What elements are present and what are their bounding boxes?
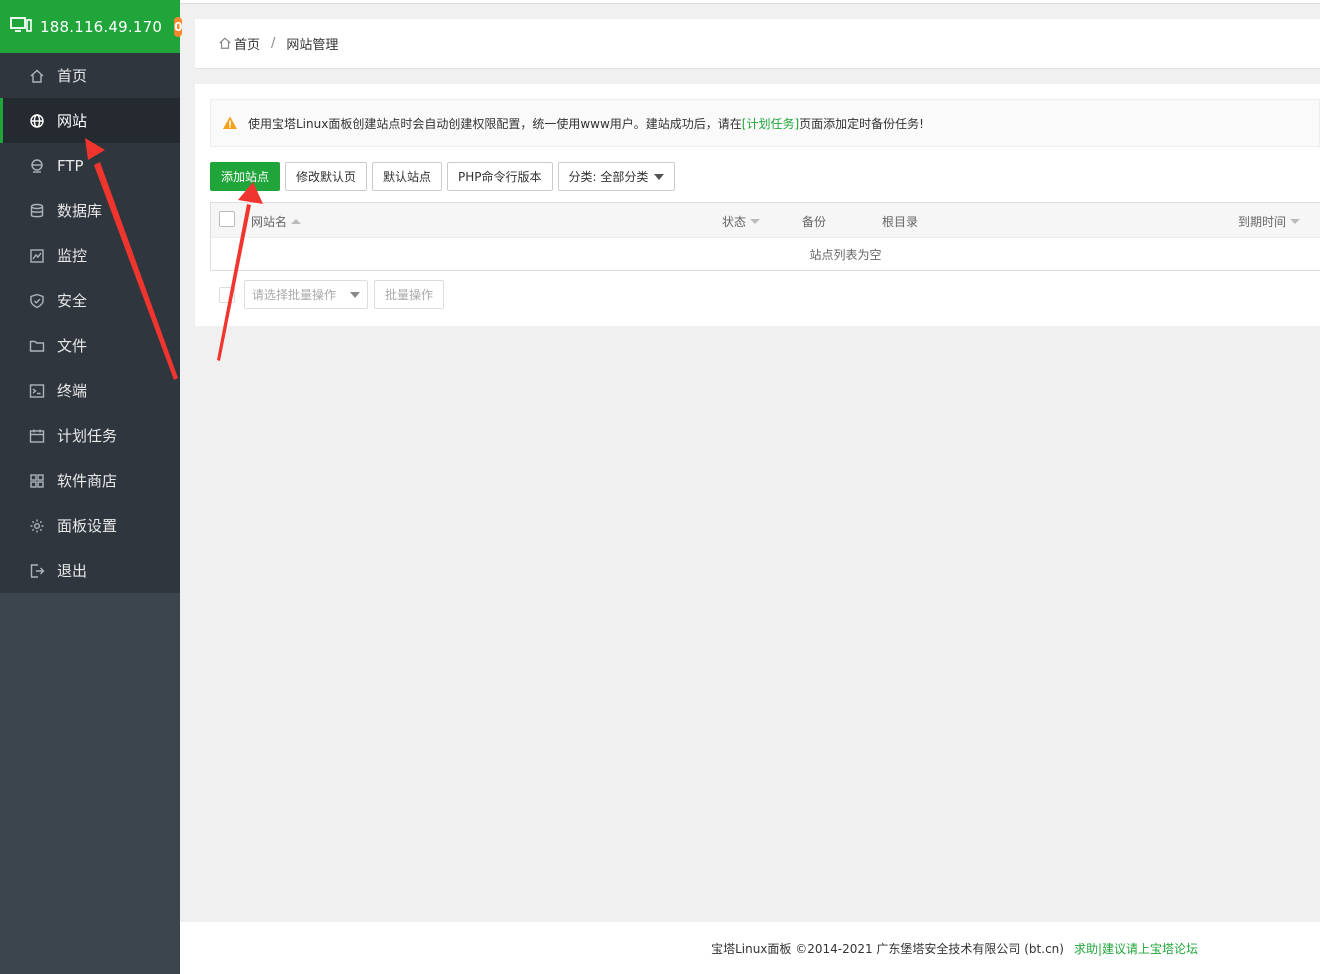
sidebar-item-database[interactable]: 数据库 (0, 188, 180, 233)
empty-message: 站点列表为空 (809, 247, 882, 262)
notice-text: 使用宝塔Linux面板创建站点时会自动创建权限配置，统一使用www用户。建站成功… (248, 116, 742, 131)
sidebar-item-label: 安全 (57, 292, 88, 310)
column-expire[interactable]: 到期时间 (1238, 213, 1301, 230)
category-select[interactable]: 分类: 全部分类 (557, 162, 676, 191)
sidebar-item-security[interactable]: 安全 (0, 278, 180, 323)
breadcrumb-separator: / (271, 36, 276, 51)
batch-operation-select[interactable]: 请选择批量操作 (244, 280, 368, 309)
sidebar-item-monitor[interactable]: 监控 (0, 233, 180, 278)
sidebar-item-label: 数据库 (57, 202, 103, 220)
sidebar-item-label: 面板设置 (57, 517, 118, 535)
sidebar-item-label: 退出 (57, 562, 88, 580)
sidebar-item-label: 监控 (57, 247, 88, 265)
footer-copyright: 宝塔Linux面板 ©2014-2021 广东堡塔安全技术有限公司 (bt.cn… (711, 941, 1064, 956)
globe-icon (28, 112, 46, 130)
sidebar-item-label: FTP (57, 156, 84, 175)
monitor-device-icon (10, 16, 32, 38)
top-border (180, 0, 1320, 4)
sidebar-item-label: 网站 (57, 112, 88, 130)
server-header: 188.116.49.170 0 (0, 0, 183, 53)
default-site-button[interactable]: 默认站点 (372, 162, 443, 191)
column-backup: 备份 (802, 215, 827, 229)
sidebar-item-files[interactable]: 文件 (0, 323, 180, 368)
breadcrumb-home-link[interactable]: 首页 (234, 34, 260, 53)
ftp-icon (28, 157, 46, 175)
add-site-button[interactable]: 添加站点 (210, 162, 281, 191)
table-header: 网站名 状态 备份 根目录 到期时间 (211, 203, 1320, 237)
breadcrumb: 首页 / 网站管理 (195, 19, 1320, 69)
batch-select-placeholder: 请选择批量操作 (252, 288, 337, 302)
sidebar-item-label: 终端 (57, 382, 88, 400)
site-table: 网站名 状态 备份 根目录 到期时间 站点列表为空 (210, 202, 1320, 271)
select-all-checkbox[interactable] (219, 211, 235, 227)
php-cli-version-button[interactable]: PHP命令行版本 (447, 162, 553, 191)
sidebar: 188.116.49.170 0 首页 网站 FTP 数据库 监控 安全 文件 … (0, 0, 183, 974)
terminal-icon (28, 382, 46, 400)
shield-icon (28, 292, 46, 310)
folder-icon (28, 337, 46, 355)
calendar-icon (28, 427, 46, 445)
sidebar-item-label: 计划任务 (57, 427, 118, 445)
home-icon (218, 36, 234, 52)
sidebar-item-label: 文件 (57, 337, 88, 355)
toolbar: 添加站点 修改默认页 默认站点 PHP命令行版本 分类: 全部分类 (210, 162, 676, 191)
sidebar-item-settings[interactable]: 面板设置 (0, 503, 180, 548)
sidebar-item-logout[interactable]: 退出 (0, 548, 180, 593)
batch-bar: 请选择批量操作 批量操作 (219, 280, 445, 309)
sidebar-item-home[interactable]: 首页 (0, 53, 180, 98)
footer: 宝塔Linux面板 ©2014-2021 广东堡塔安全技术有限公司 (bt.cn… (180, 922, 1320, 974)
server-ip: 188.116.49.170 (40, 17, 163, 36)
notice-text-tail: 页面添加定时备份任务! (799, 116, 924, 131)
sidebar-item-terminal[interactable]: 终端 (0, 368, 180, 413)
category-select-value: 分类: 全部分类 (568, 170, 649, 184)
sidebar-item-ftp[interactable]: FTP (0, 143, 180, 188)
sidebar-item-store[interactable]: 软件商店 (0, 458, 180, 503)
sort-desc-icon (1290, 219, 1301, 224)
breadcrumb-current: 网站管理 (286, 38, 339, 53)
sort-desc-icon (750, 219, 761, 224)
chevron-down-icon (654, 173, 665, 180)
sidebar-item-label: 首页 (57, 67, 88, 85)
main-content: 首页 / 网站管理 使用宝塔Linux面板创建站点时会自动创建权限配置，统一使用… (180, 0, 1320, 974)
warning-icon (223, 116, 237, 129)
home-icon (28, 67, 46, 85)
sidebar-item-cron[interactable]: 计划任务 (0, 413, 180, 458)
batch-operation-button[interactable]: 批量操作 (374, 280, 445, 309)
batch-select-checkbox[interactable] (219, 286, 235, 303)
chevron-down-icon (350, 291, 360, 298)
column-name[interactable]: 网站名 (251, 213, 302, 230)
empty-row: 站点列表为空 (211, 237, 1320, 270)
sort-asc-icon (291, 219, 302, 224)
sidebar-item-label: 软件商店 (57, 472, 118, 490)
database-icon (28, 202, 46, 220)
logout-icon (28, 562, 46, 580)
edit-default-page-button[interactable]: 修改默认页 (285, 162, 368, 191)
forum-link[interactable]: 求助|建议请上宝塔论坛 (1074, 940, 1198, 957)
cron-task-link[interactable]: [计划任务] (742, 115, 799, 132)
column-root: 根目录 (882, 215, 919, 229)
gear-icon (28, 517, 46, 535)
column-status[interactable]: 状态 (722, 213, 761, 230)
sidebar-item-website[interactable]: 网站 (0, 98, 180, 143)
sidebar-menu: 首页 网站 FTP 数据库 监控 安全 文件 终端 计划任务 软件商店 面板设置… (0, 53, 180, 593)
apps-icon (28, 472, 46, 490)
notice-bar: 使用宝塔Linux面板创建站点时会自动创建权限配置，统一使用www用户。建站成功… (210, 99, 1320, 147)
site-panel: 使用宝塔Linux面板创建站点时会自动创建权限配置，统一使用www用户。建站成功… (195, 84, 1320, 326)
monitor-icon (28, 247, 46, 265)
